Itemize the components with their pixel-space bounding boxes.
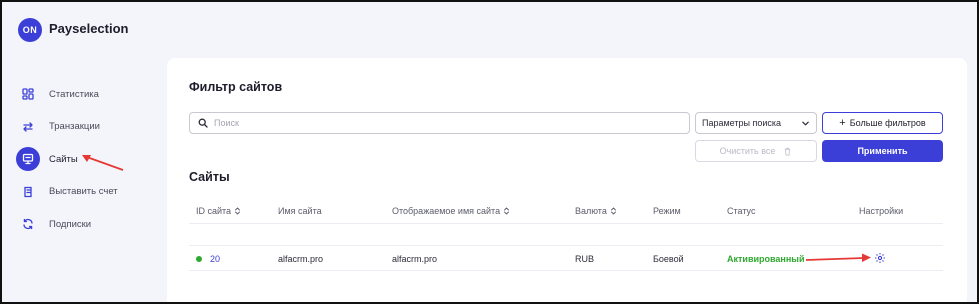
more-filters-button[interactable]: + Больше фильтров bbox=[822, 112, 943, 134]
search-box[interactable] bbox=[189, 112, 690, 134]
cell-id: 20 bbox=[196, 254, 220, 264]
cell-name: alfacrm.pro bbox=[278, 254, 324, 264]
sidebar: Статистика Транзакции Сайты Выставить сч… bbox=[16, 78, 156, 241]
column-header-id[interactable]: ID сайта bbox=[196, 206, 241, 216]
logo-badge: ON bbox=[18, 18, 42, 42]
chevron-down-icon bbox=[802, 121, 809, 125]
sort-icon bbox=[235, 207, 241, 215]
app-window: ON Payselection Статистика Транзакции Са… bbox=[0, 0, 979, 304]
settings-gear-icon[interactable] bbox=[874, 251, 886, 263]
clear-all-label: Очистить все bbox=[719, 146, 776, 156]
sidebar-item-transactions[interactable]: Транзакции bbox=[16, 111, 156, 143]
filter-title: Фильтр сайтов bbox=[189, 80, 283, 94]
sidebar-item-label: Статистика bbox=[49, 88, 99, 100]
table-header-divider bbox=[189, 223, 943, 224]
clear-all-button[interactable]: Очистить все bbox=[695, 140, 817, 162]
sidebar-item-label: Сайты bbox=[49, 153, 78, 165]
column-header-label: Статус bbox=[727, 206, 756, 216]
column-header-name: Имя сайта bbox=[278, 206, 322, 216]
column-header-label: Режим bbox=[653, 206, 681, 216]
sidebar-item-subscriptions[interactable]: Подписки bbox=[16, 208, 156, 240]
cell-display-name: alfacrm.pro bbox=[392, 254, 438, 264]
column-header-label: ID сайта bbox=[196, 206, 232, 216]
top-bar: ON Payselection bbox=[2, 2, 977, 58]
column-header-display-name[interactable]: Отображаемое имя сайта bbox=[392, 206, 510, 216]
more-filters-label: Больше фильтров bbox=[849, 118, 926, 128]
search-params-select[interactable]: Параметры поиска bbox=[695, 112, 817, 134]
row-divider bbox=[189, 245, 943, 246]
column-header-mode: Режим bbox=[653, 206, 681, 216]
sort-icon bbox=[504, 207, 510, 215]
refresh-icon bbox=[16, 212, 40, 236]
cell-status: Активированный bbox=[727, 254, 805, 264]
invoice-icon bbox=[16, 180, 40, 204]
column-header-label: Отображаемое имя сайта bbox=[392, 206, 501, 216]
site-id-link[interactable]: 20 bbox=[210, 254, 220, 264]
monitor-icon bbox=[16, 147, 40, 171]
row-divider bbox=[189, 270, 943, 271]
active-status-dot bbox=[196, 256, 202, 262]
main-card: Фильтр сайтов Параметры поиска + Больше … bbox=[167, 58, 967, 302]
trash-icon bbox=[785, 147, 791, 156]
sidebar-item-label: Подписки bbox=[49, 218, 92, 230]
plus-icon: + bbox=[839, 117, 846, 129]
column-header-label: Валюта bbox=[575, 206, 607, 216]
apply-button[interactable]: Применить bbox=[822, 140, 943, 162]
sidebar-item-sites[interactable]: Сайты bbox=[16, 143, 156, 175]
column-header-settings: Настройки bbox=[859, 206, 903, 216]
cell-mode: Боевой bbox=[653, 254, 684, 264]
transfer-icon bbox=[16, 115, 40, 139]
cell-currency: RUB bbox=[575, 254, 595, 264]
column-header-label: Настройки bbox=[859, 206, 904, 216]
column-header-status: Статус bbox=[727, 206, 755, 216]
column-header-currency[interactable]: Валюта bbox=[575, 206, 617, 216]
brand-name: Payselection bbox=[49, 21, 129, 36]
sidebar-item-label: Транзакции bbox=[49, 121, 100, 132]
sidebar-item-statistics[interactable]: Статистика bbox=[16, 78, 156, 110]
sites-title: Сайты bbox=[189, 170, 230, 184]
search-input[interactable] bbox=[214, 118, 674, 128]
sidebar-item-label: Выставить счет bbox=[49, 186, 118, 197]
search-icon bbox=[198, 118, 208, 128]
sidebar-item-invoice[interactable]: Выставить счет bbox=[16, 176, 156, 208]
select-value: Параметры поиска bbox=[702, 118, 782, 128]
sort-icon bbox=[610, 207, 616, 215]
dashboard-icon bbox=[16, 82, 40, 106]
column-header-label: Имя сайта bbox=[278, 206, 322, 216]
